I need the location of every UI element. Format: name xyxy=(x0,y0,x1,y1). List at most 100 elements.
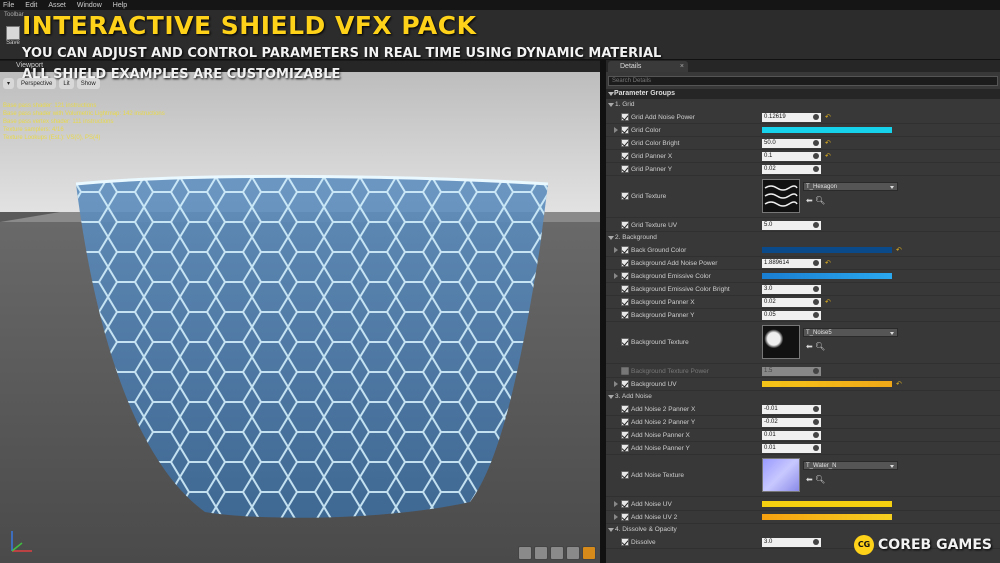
param-checkbox[interactable] xyxy=(621,165,629,173)
use-selected-icon[interactable]: ⬅ xyxy=(806,342,813,351)
expand-icon[interactable] xyxy=(614,514,618,520)
param-checkbox[interactable] xyxy=(621,298,629,306)
reset-icon[interactable]: ↶ xyxy=(825,260,831,267)
browse-icon[interactable] xyxy=(813,432,819,438)
expand-icon[interactable] xyxy=(614,501,618,507)
param-checkbox[interactable] xyxy=(621,139,629,147)
expand-icon[interactable] xyxy=(614,381,618,387)
param-checkbox[interactable] xyxy=(621,444,629,452)
browse-icon[interactable] xyxy=(813,299,819,305)
param-checkbox[interactable] xyxy=(621,380,629,388)
browse-icon[interactable] xyxy=(813,419,819,425)
param-value-input[interactable]: 0.1 xyxy=(762,152,821,161)
color-swatch[interactable] xyxy=(762,514,892,520)
param-value-input[interactable]: -0.01 xyxy=(762,405,821,414)
browse-icon[interactable] xyxy=(813,166,819,172)
param-checkbox[interactable] xyxy=(621,113,629,121)
param-value-input[interactable]: 0.02 xyxy=(762,298,821,307)
param-value-input[interactable]: 3.0 xyxy=(762,538,821,547)
browse-icon[interactable] xyxy=(813,140,819,146)
expand-icon[interactable] xyxy=(614,247,618,253)
cube-preview-icon[interactable] xyxy=(566,546,580,560)
details-tab[interactable]: Details × xyxy=(608,61,688,72)
param-value-input[interactable]: 0.02 xyxy=(762,165,821,174)
browse-icon[interactable] xyxy=(813,312,819,318)
browse-icon[interactable] xyxy=(813,114,819,120)
menu-help[interactable]: Help xyxy=(113,2,127,9)
perspective-button[interactable]: Perspective xyxy=(17,78,57,89)
browse-icon[interactable] xyxy=(813,406,819,412)
param-value-input[interactable]: 0.12619 xyxy=(762,113,821,122)
lit-button[interactable]: Lit xyxy=(59,78,74,89)
browse-icon[interactable] xyxy=(813,222,819,228)
param-value-input[interactable]: 50.0 xyxy=(762,139,821,148)
param-checkbox[interactable] xyxy=(621,285,629,293)
param-checkbox[interactable] xyxy=(621,126,629,134)
use-selected-icon[interactable]: ⬅ xyxy=(806,196,813,205)
view-mode-icon[interactable] xyxy=(518,546,532,560)
menu-file[interactable]: File xyxy=(3,2,14,9)
group-background[interactable]: 2. Background xyxy=(606,232,1000,244)
browse-icon[interactable] xyxy=(813,539,819,545)
menu-window[interactable]: Window xyxy=(77,2,102,9)
color-swatch[interactable] xyxy=(762,381,892,387)
reset-icon[interactable]: ↶ xyxy=(896,247,902,254)
parameter-groups-header[interactable]: Parameter Groups xyxy=(606,89,1000,99)
param-checkbox[interactable] xyxy=(621,431,629,439)
teapot-preview-icon[interactable] xyxy=(582,546,596,560)
menu-edit[interactable]: Edit xyxy=(25,2,37,9)
save-button[interactable]: Save xyxy=(4,26,22,56)
browse-icon[interactable]: 🔍︎ xyxy=(815,342,825,351)
viewport[interactable]: ▾ Perspective Lit Show Base pass shader:… xyxy=(0,72,600,563)
reset-icon[interactable]: ↶ xyxy=(896,381,902,388)
expand-icon[interactable] xyxy=(614,273,618,279)
browse-icon[interactable] xyxy=(813,368,819,374)
color-swatch[interactable] xyxy=(762,501,892,507)
plane-preview-icon[interactable] xyxy=(550,546,564,560)
group-grid[interactable]: 1. Grid xyxy=(606,99,1000,111)
param-checkbox[interactable] xyxy=(621,192,629,200)
param-checkbox[interactable] xyxy=(621,152,629,160)
color-swatch[interactable] xyxy=(762,273,892,279)
param-checkbox[interactable] xyxy=(621,513,629,521)
param-value-input[interactable]: 0.05 xyxy=(762,311,821,320)
use-selected-icon[interactable]: ⬅ xyxy=(806,475,813,484)
reset-icon[interactable]: ↶ xyxy=(825,140,831,147)
param-checkbox[interactable] xyxy=(621,259,629,267)
reset-icon[interactable]: ↶ xyxy=(825,299,831,306)
menu-asset[interactable]: Asset xyxy=(48,2,66,9)
param-value-input[interactable]: 3.0 xyxy=(762,285,821,294)
param-checkbox[interactable] xyxy=(621,500,629,508)
texture-picker[interactable]: T_Hexagon xyxy=(803,182,898,191)
texture-picker[interactable]: T_Water_N xyxy=(803,461,898,470)
param-checkbox[interactable] xyxy=(621,272,629,280)
browse-icon[interactable] xyxy=(813,260,819,266)
param-value-input[interactable]: 0.01 xyxy=(762,444,821,453)
param-checkbox[interactable] xyxy=(621,246,629,254)
param-checkbox[interactable] xyxy=(621,311,629,319)
param-checkbox[interactable] xyxy=(621,338,629,346)
browse-icon[interactable]: 🔍︎ xyxy=(815,196,825,205)
color-swatch[interactable] xyxy=(762,247,892,253)
param-checkbox[interactable] xyxy=(621,471,629,479)
param-checkbox[interactable] xyxy=(621,538,629,546)
param-checkbox[interactable] xyxy=(621,367,629,375)
browse-icon[interactable] xyxy=(813,286,819,292)
browse-icon[interactable] xyxy=(813,153,819,159)
group-add-noise[interactable]: 3. Add Noise xyxy=(606,391,1000,403)
texture-thumbnail[interactable] xyxy=(762,325,800,359)
param-value-input[interactable]: 1.5 xyxy=(762,367,821,376)
browse-icon[interactable]: 🔍︎ xyxy=(815,475,825,484)
reset-icon[interactable]: ↶ xyxy=(825,114,831,121)
viewport-options-button[interactable]: ▾ xyxy=(3,78,15,89)
texture-thumbnail[interactable] xyxy=(762,458,800,492)
texture-thumbnail[interactable] xyxy=(762,179,800,213)
param-value-input[interactable]: 5.0 xyxy=(762,221,821,230)
param-value-input[interactable]: -0.02 xyxy=(762,418,821,427)
browse-icon[interactable] xyxy=(813,445,819,451)
color-swatch[interactable] xyxy=(762,127,892,133)
texture-picker[interactable]: T_Noise5 xyxy=(803,328,898,337)
toolbar-tab[interactable]: Toolbar xyxy=(4,12,24,18)
param-checkbox[interactable] xyxy=(621,221,629,229)
sphere-preview-icon[interactable] xyxy=(534,546,548,560)
